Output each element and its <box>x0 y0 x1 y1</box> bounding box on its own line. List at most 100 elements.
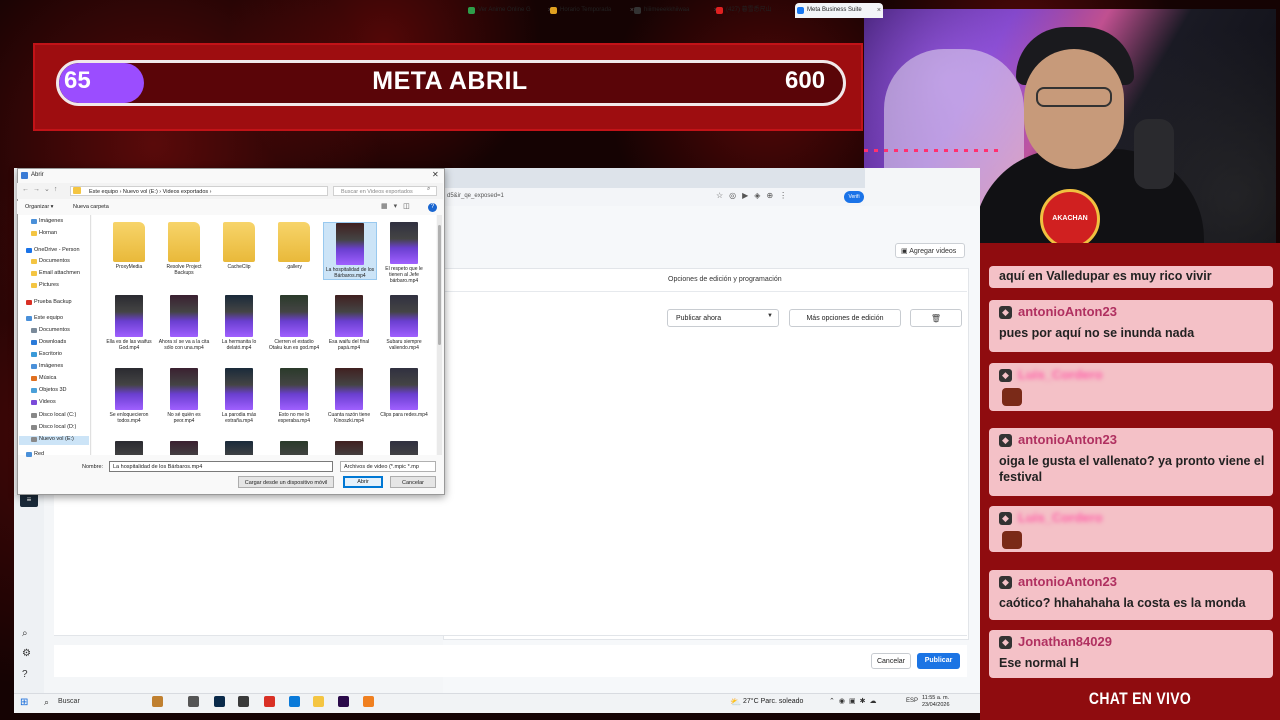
video-file-item[interactable]: Esa waifu del final papá.mp4 <box>323 295 375 351</box>
chat-username[interactable]: Luis_Cordero <box>1018 367 1103 382</box>
address-bar[interactable] <box>443 188 865 207</box>
nav-arrows-icon[interactable]: ←→⌄↑ <box>22 185 61 193</box>
folder-item[interactable]: .gallery <box>268 222 320 270</box>
clock[interactable]: 11:55 a. m. 23/04/2026 <box>922 695 950 709</box>
video-file-item[interactable]: No sé quién es peor.mp4 <box>158 368 210 424</box>
nav-item[interactable]: Email attachmen <box>39 270 88 276</box>
video-file-item[interactable]: La hermanita lo delató.mp4 <box>213 295 265 351</box>
video-file-item[interactable] <box>213 441 265 455</box>
video-file-item[interactable]: Clips para redes.mp4 <box>378 368 430 418</box>
publish-button[interactable]: Publicar <box>917 653 960 669</box>
video-file-item[interactable] <box>378 441 430 455</box>
video-file-item[interactable]: Cuanta razón tiene Kinoszki.mp4 <box>323 368 375 424</box>
video-file-item[interactable]: Se enloquecieron todos.mp4 <box>103 368 155 424</box>
browser-tab[interactable]: hiiimeeekkhiiwaa× <box>632 3 720 18</box>
nav-item[interactable]: OneDrive - Person <box>34 247 88 253</box>
video-file-item[interactable]: La parodia más extraña.mp4 <box>213 368 265 424</box>
trash-icon[interactable]: 🗑 <box>910 309 962 327</box>
open-button[interactable]: Abrir <box>343 476 383 488</box>
browser-toolbar-icons[interactable]: ☆◎▶◈⊕⋮ <box>716 191 793 200</box>
photoshop-icon[interactable] <box>214 696 225 707</box>
nav-item[interactable]: Música <box>39 375 88 381</box>
system-tray-icons[interactable]: ⌃◉▣✱☁ <box>829 697 880 705</box>
video-file-item[interactable] <box>323 441 375 455</box>
browser-tab[interactable]: Ver Anime Online G× <box>466 3 554 18</box>
video-file-item[interactable]: Ahora sí se va a la cita sólo con una.mp… <box>158 295 210 351</box>
folder-item[interactable]: CacheClip <box>213 222 265 270</box>
weather-text[interactable]: 27°C Parc. soleado <box>743 698 803 705</box>
chat-username[interactable]: Luis_Cordero <box>1018 510 1103 525</box>
stream-app-icon[interactable] <box>238 696 249 707</box>
taskbar-search[interactable]: Buscar <box>58 698 80 705</box>
premiere-icon[interactable] <box>338 696 349 707</box>
chat-username[interactable]: antonioAnton23 <box>1018 574 1117 589</box>
nav-item[interactable]: Pictures <box>39 282 88 288</box>
chat-username[interactable]: Jonathan84029 <box>1018 634 1112 649</box>
folder-item[interactable]: ProxyMedia <box>103 222 155 270</box>
video-file-item[interactable] <box>158 441 210 455</box>
explorer-icon[interactable] <box>313 696 324 707</box>
video-file-item[interactable] <box>268 441 320 455</box>
menu-icon[interactable]: ≡ <box>20 493 38 507</box>
nav-item[interactable]: Red <box>34 451 88 457</box>
browser-tab[interactable]: Meta Business Suite × <box>795 3 883 18</box>
video-file-item[interactable]: Cierren el estadio Otaku kun es god.mp4 <box>268 295 320 351</box>
folder-item[interactable]: Resolve Project Backups <box>158 222 210 276</box>
close-icon[interactable]: ✕ <box>432 170 439 179</box>
video-file-item[interactable]: La hospitalidad de los Bárbaros.mp4 <box>323 222 377 280</box>
nav-item[interactable]: Documentos <box>39 327 88 333</box>
dialog-cancel-button[interactable]: Cancelar <box>390 476 436 488</box>
nav-item[interactable]: Escritorio <box>39 351 88 357</box>
nav-item[interactable]: Imágenes <box>39 363 88 369</box>
more-edit-options-button[interactable]: Más opciones de edición <box>789 309 901 327</box>
upload-from-mobile-button[interactable]: Cargar desde un dispositivo móvil <box>238 476 334 488</box>
browser-tab[interactable]: (427) 暮雪悉尺山× <box>714 3 802 18</box>
nav-item[interactable]: Downloads <box>39 339 88 345</box>
windows-start-icon[interactable]: ⊞ <box>20 697 28 708</box>
nav-item[interactable]: Objetos 3D <box>39 387 88 393</box>
add-videos-button[interactable]: ▣ Agregar videos <box>895 243 965 258</box>
cancel-button[interactable]: Cancelar <box>871 653 911 669</box>
publish-timing-select[interactable]: Publicar ahora <box>667 309 779 327</box>
chrome-icon[interactable] <box>264 696 275 707</box>
nav-item[interactable]: Disco local (D:) <box>39 424 88 430</box>
scrollbar-thumb[interactable] <box>438 225 441 345</box>
edge-icon[interactable] <box>289 696 300 707</box>
view-mode-icon[interactable]: ▦▾◫ <box>381 202 416 210</box>
help-icon[interactable]: ? <box>22 669 28 680</box>
nav-item[interactable]: Disco local (C:) <box>39 412 88 418</box>
breadcrumb[interactable]: Este equipo › Nuevo vol (E:) › Videos ex… <box>70 186 328 196</box>
language-indicator[interactable]: ESP <box>906 698 918 704</box>
video-file-item[interactable] <box>103 441 155 455</box>
nav-item[interactable]: Imágenes <box>39 218 88 224</box>
weather-icon[interactable]: ⛅ <box>730 697 741 708</box>
nav-item[interactable]: Este equipo <box>34 315 88 321</box>
close-icon[interactable]: × <box>877 3 881 18</box>
search-icon[interactable]: ⌕ <box>22 628 28 639</box>
nav-item[interactable]: Videos <box>39 399 88 405</box>
chat-username[interactable]: antonioAnton23 <box>1018 304 1117 319</box>
video-file-item[interactable]: Esto no me lo esperaba.mp4 <box>268 368 320 424</box>
video-file-item[interactable]: El respeto que le tienen al Jefe bárbaro… <box>378 222 430 284</box>
video-file-item[interactable]: Subaru siempre valiendo.mp4 <box>378 295 430 351</box>
filename-input[interactable]: La hospitalidad de los Bárbaros.mp4 <box>109 461 333 472</box>
help-icon[interactable]: ? <box>428 203 437 212</box>
new-folder-button[interactable]: Nueva carpeta <box>73 204 109 210</box>
browser-tab[interactable]: Horario Temporada × <box>548 3 636 18</box>
copilot-icon[interactable] <box>152 696 163 707</box>
chat-username[interactable]: antonioAnton23 <box>1018 432 1117 447</box>
verify-button[interactable]: Verifi <box>844 191 864 203</box>
vlc-icon[interactable] <box>363 696 374 707</box>
filetype-select[interactable]: Archivos de video (*.mpic *.mp <box>340 461 436 472</box>
nav-item[interactable]: Prueba Backup <box>34 299 88 305</box>
task-view-icon[interactable] <box>188 696 199 707</box>
search-input[interactable]: Buscar en Videos exportados <box>333 186 437 196</box>
gear-icon[interactable]: ⚙ <box>22 648 31 659</box>
nav-item[interactable]: Nuevo vol (E:) <box>39 436 88 442</box>
organize-button[interactable]: Organizar ▾ <box>25 204 53 210</box>
video-file-item[interactable]: Ella es de las waifus God.mp4 <box>103 295 155 351</box>
emote-icon <box>1002 531 1022 549</box>
nav-item[interactable]: Hornan <box>39 230 88 236</box>
search-icon[interactable]: ⌕ <box>44 697 49 708</box>
nav-item[interactable]: Documentos <box>39 258 88 264</box>
